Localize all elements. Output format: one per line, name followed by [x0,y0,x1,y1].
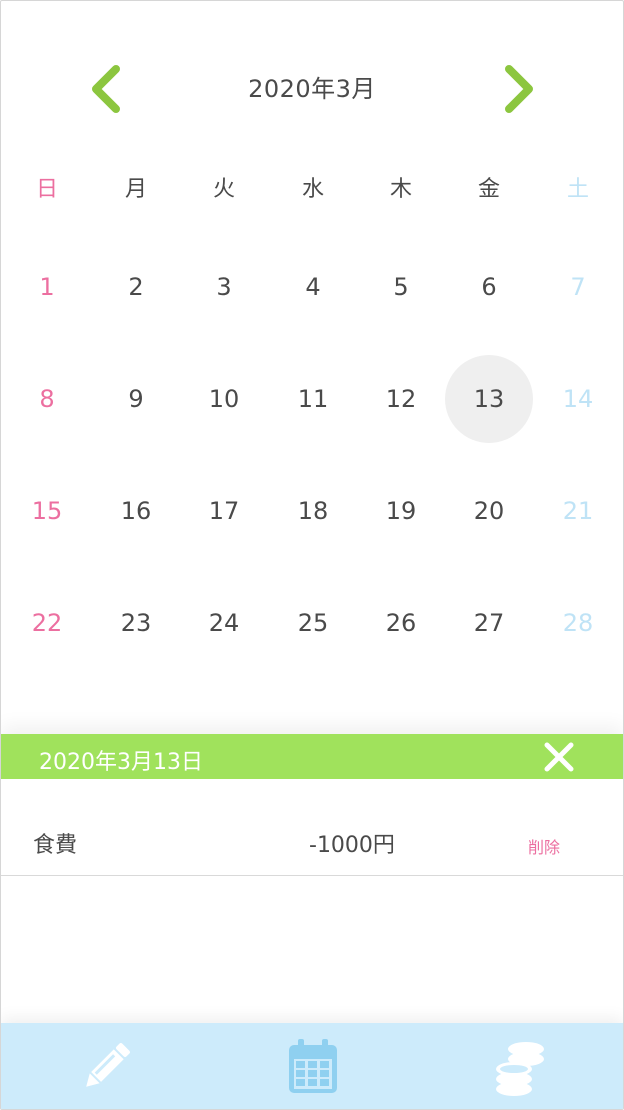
day-number: 13 [445,355,533,443]
day-number: 28 [562,609,594,637]
week-row: 1 2 3 4 5 6 7 [1,231,623,343]
tab-summary[interactable] [488,1035,552,1099]
day-cell[interactable]: 18 [269,455,357,567]
weekday-label: 水 [301,177,324,202]
day-cell[interactable]: 25 [269,567,357,679]
day-detail-header: 2020年3月13日 [1,734,623,779]
day-number: 19 [385,497,417,525]
day-cell[interactable]: 11 [269,343,357,455]
day-cell[interactable]: 12 [357,343,445,455]
app-screen: 2020年3月 日 月 火 水 木 金 土 1 2 3 4 5 6 7 8 9 … [0,0,624,1110]
weekday-label: 日 [35,177,58,202]
day-cell[interactable]: 28 [534,567,622,679]
day-number: 4 [305,273,321,301]
day-number: 1 [39,273,55,301]
expense-entry-row: 食費 -1000円 削除 [1,779,623,876]
day-cell[interactable]: 27 [445,567,533,679]
day-number: 3 [216,273,232,301]
day-cell[interactable]: 2 [92,231,180,343]
tab-calendar[interactable] [281,1035,345,1099]
day-cell[interactable]: 14 [534,343,622,455]
day-cell[interactable]: 6 [445,231,533,343]
day-number: 24 [208,609,240,637]
day-cell[interactable]: 19 [357,455,445,567]
day-cell[interactable]: 23 [92,567,180,679]
entry-category: 食費 [33,833,78,858]
calendar-fade-overlay [41,691,583,735]
delete-entry-button[interactable]: 削除 [528,834,560,858]
day-number: 15 [31,497,63,525]
chevron-right-icon [505,65,533,113]
calendar-grid: 日 月 火 水 木 金 土 1 2 3 4 5 6 7 8 9 10 11 12… [1,141,623,679]
day-cell[interactable]: 7 [534,231,622,343]
day-number: 9 [128,385,144,413]
weekday-label: 金 [477,177,500,202]
day-number: 12 [385,385,417,413]
close-icon [544,742,574,772]
tab-input[interactable] [74,1035,138,1099]
day-number: 20 [473,497,505,525]
day-number: 17 [208,497,240,525]
day-cell[interactable]: 10 [180,343,268,455]
day-cell[interactable]: 16 [92,455,180,567]
day-number: 6 [481,273,497,301]
day-number: 21 [562,497,594,525]
day-detail-panel: 2020年3月13日 食費 -1000円 削除 [1,734,623,1024]
day-cell[interactable]: 8 [3,343,91,455]
day-number: 27 [473,609,505,637]
day-cell[interactable]: 4 [269,231,357,343]
day-number: 18 [297,497,329,525]
weekday-label: 月 [124,177,147,202]
close-detail-button[interactable] [541,739,577,775]
detail-date-label: 2020年3月13日 [39,750,203,775]
weekday-header-row: 日 月 火 水 木 金 土 [1,141,623,231]
day-cell[interactable]: 15 [3,455,91,567]
day-number: 23 [120,609,152,637]
day-cell[interactable]: 22 [3,567,91,679]
day-number: 2 [128,273,144,301]
week-row: 15 16 17 18 19 20 21 [1,455,623,567]
pencil-icon [86,1043,130,1087]
day-cell[interactable]: 5 [357,231,445,343]
day-number: 22 [31,609,63,637]
day-number: 5 [393,273,409,301]
day-number: 16 [120,497,152,525]
day-cell[interactable]: 26 [357,567,445,679]
day-number: 7 [570,273,586,301]
day-number: 8 [39,385,55,413]
day-number: 10 [208,385,240,413]
coins-icon [496,1042,544,1096]
day-number: 25 [297,609,329,637]
entry-amount: -1000円 [309,833,395,858]
day-cell[interactable]: 1 [3,231,91,343]
calendar-icon [289,1039,337,1093]
day-cell[interactable]: 24 [180,567,268,679]
weekday-label: 土 [566,177,589,202]
day-number: 14 [562,385,594,413]
day-cell-selected[interactable]: 13 [445,343,533,455]
weekday-label: 木 [389,177,412,202]
bottom-tab-bar [1,1023,623,1109]
day-cell[interactable]: 9 [92,343,180,455]
weekday-label: 火 [212,177,235,202]
next-month-button[interactable] [489,59,549,119]
day-number: 11 [297,385,329,413]
day-cell[interactable]: 21 [534,455,622,567]
day-cell[interactable]: 17 [180,455,268,567]
week-row: 8 9 10 11 12 13 14 [1,343,623,455]
week-row: 22 23 24 25 26 27 28 [1,567,623,679]
calendar-header: 2020年3月 [1,49,623,125]
day-number: 26 [385,609,417,637]
day-cell[interactable]: 20 [445,455,533,567]
day-cell[interactable]: 3 [180,231,268,343]
